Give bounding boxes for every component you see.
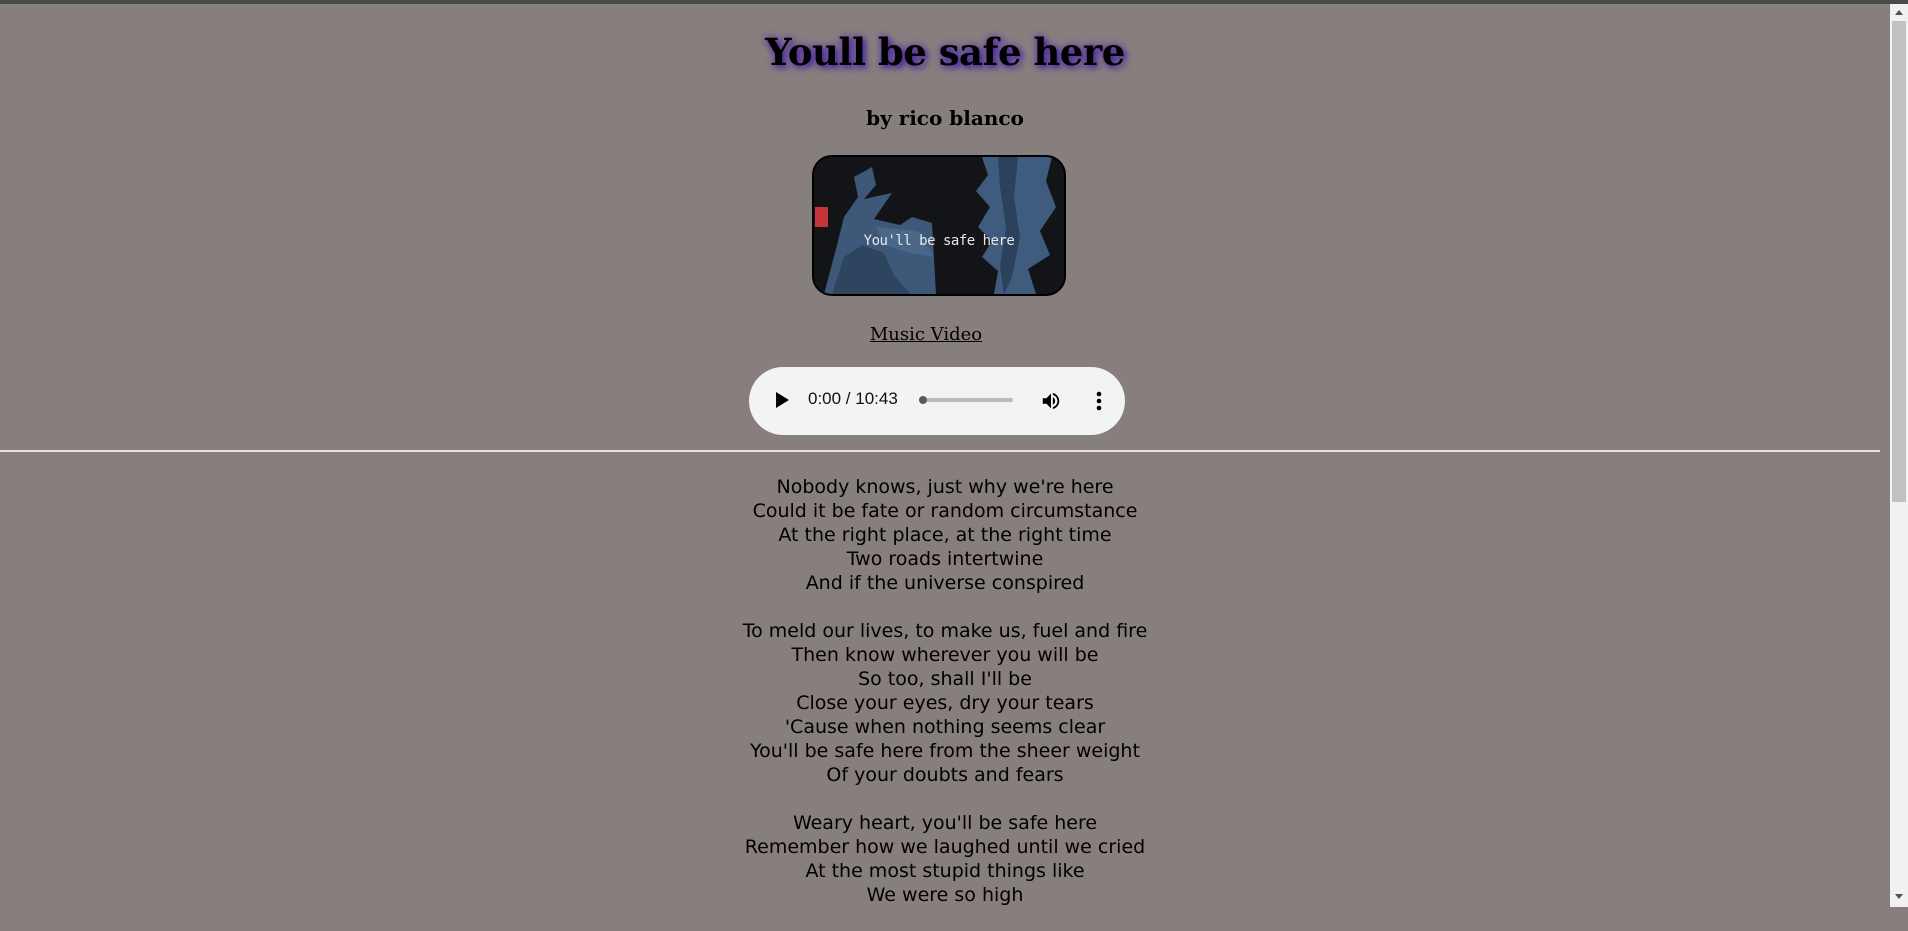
lyrics: Nobody knows, just why we're here Could i… — [0, 475, 1890, 931]
page-scrollbar[interactable] — [1890, 4, 1908, 907]
lyric-line: At the most stupid things like — [805, 860, 1085, 882]
lyrics-stanza: Weary heart, you'll be safe here Remember… — [0, 811, 1890, 907]
page-content: Youll be safe here by rico blanco You'll… — [0, 4, 1890, 907]
lyric-line: Nobody knows, just why we're here — [776, 476, 1114, 498]
lyric-line: 'Cause when nothing seems clear — [784, 716, 1106, 738]
lyrics-stanza: Nobody knows, just why we're here Could i… — [0, 475, 1890, 595]
thumbnail-red-marker — [815, 207, 828, 227]
music-video-thumbnail[interactable]: You'll be safe here — [812, 155, 1066, 296]
audio-seek-handle[interactable] — [919, 396, 927, 404]
scrollbar-thumb[interactable] — [1892, 21, 1906, 502]
song-title: Youll be safe here — [765, 30, 1125, 74]
lyric-line: To meld our lives, to make us, fuel and … — [742, 620, 1148, 642]
lyric-line: And if the universe conspired — [805, 572, 1085, 594]
lyric-line: Could it be fate or random circumstance — [752, 500, 1138, 522]
thumbnail-caption: You'll be safe here — [863, 233, 1015, 249]
play-icon[interactable] — [776, 392, 789, 408]
lyric-line: Of your doubts and fears — [826, 764, 1064, 786]
scroll-up-icon[interactable] — [1895, 10, 1903, 15]
lyric-line: Remember how we laughed until we cried — [744, 836, 1146, 858]
lyric-line: So too, shall I'll be — [858, 668, 1032, 690]
section-divider — [0, 450, 1880, 452]
scroll-down-icon[interactable] — [1895, 894, 1903, 899]
thumbnail-artwork — [814, 157, 1064, 294]
lyric-line: Then know wherever you will be — [791, 644, 1099, 666]
lyrics-stanza: To meld our lives, to make us, fuel and … — [0, 619, 1890, 787]
lyric-line: At the right place, at the right time — [778, 524, 1112, 546]
lyric-line: You'll be safe here from the sheer weigh… — [750, 740, 1140, 762]
audio-time-display: 0:00 / 10:43 — [808, 389, 898, 408]
audio-player: 0:00 / 10:43 — [749, 367, 1125, 435]
more-vertical-icon[interactable] — [1089, 390, 1109, 416]
lyric-line: Close your eyes, dry your tears — [796, 692, 1094, 714]
audio-seek-bar[interactable] — [919, 396, 1013, 404]
music-video-link[interactable]: Music Video — [0, 324, 1852, 345]
volume-icon[interactable] — [1040, 390, 1062, 416]
song-artist: by rico blanco — [866, 106, 1024, 130]
lyric-line: We were so high — [866, 884, 1024, 906]
lyric-line: Weary heart, you'll be safe here — [792, 812, 1098, 834]
lyric-line: Two roads intertwine — [846, 548, 1044, 570]
